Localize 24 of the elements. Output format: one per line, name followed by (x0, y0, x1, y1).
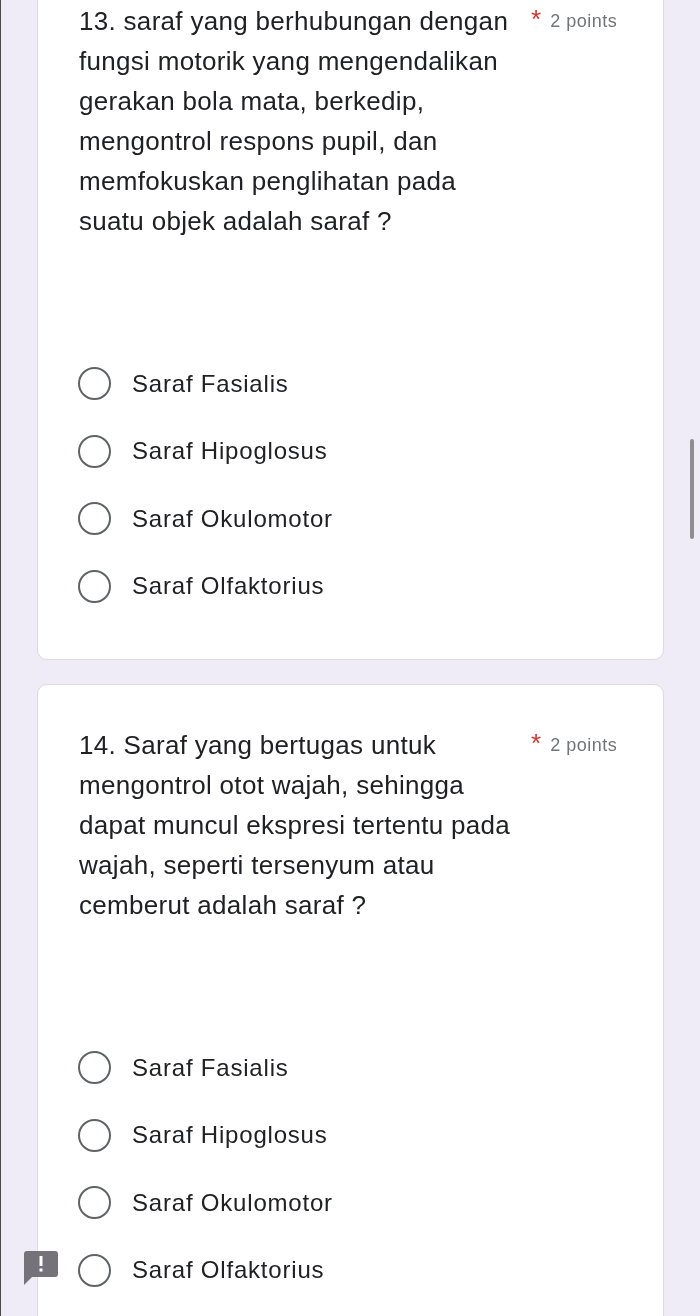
radio-button[interactable] (78, 502, 111, 536)
radio-button[interactable] (78, 367, 111, 401)
question-title: 14. Saraf yang bertugas untuk mengontrol otot wajah, sehingga dapat muncul ekspresi tertentu pada wajah, seperti tersenyum atau cemberut adalah saraf ? (79, 729, 512, 922)
points-label: 2 points (550, 734, 618, 757)
scrollbar-thumb[interactable] (690, 439, 694, 539)
option-label[interactable]: Saraf Fasialis (132, 1052, 289, 1083)
option-label[interactable]: Saraf Hipoglosus (132, 1120, 328, 1151)
radio-button[interactable] (78, 1253, 111, 1287)
option-label[interactable]: Saraf Okulomotor (132, 503, 333, 534)
option-label[interactable]: Saraf Fasialis (132, 368, 289, 399)
option-label[interactable]: Saraf Hipoglosus (132, 436, 328, 467)
option-label[interactable]: Saraf Olfaktorius (132, 1255, 325, 1286)
required-asterisk: * (531, 3, 542, 36)
question-title: 13. saraf yang berhubungan dengan fungsi motorik yang mengendalikan gerakan bola mata, berkedip, mengontrol respons pupil, dan memfokuskan penglihatan pada suatu objek adalah saraf ? (79, 5, 510, 238)
radio-button[interactable] (78, 1118, 111, 1152)
radio-button[interactable] (78, 569, 111, 603)
radio-button[interactable] (78, 1051, 111, 1085)
required-asterisk: * (531, 727, 542, 760)
option-label[interactable]: Saraf Olfaktorius (132, 571, 325, 602)
radio-button[interactable] (78, 434, 111, 468)
feedback-icon[interactable] (24, 1251, 58, 1285)
option-label[interactable]: Saraf Okulomotor (132, 1187, 333, 1218)
radio-button[interactable] (78, 1186, 111, 1220)
points-label: 2 points (550, 10, 618, 33)
